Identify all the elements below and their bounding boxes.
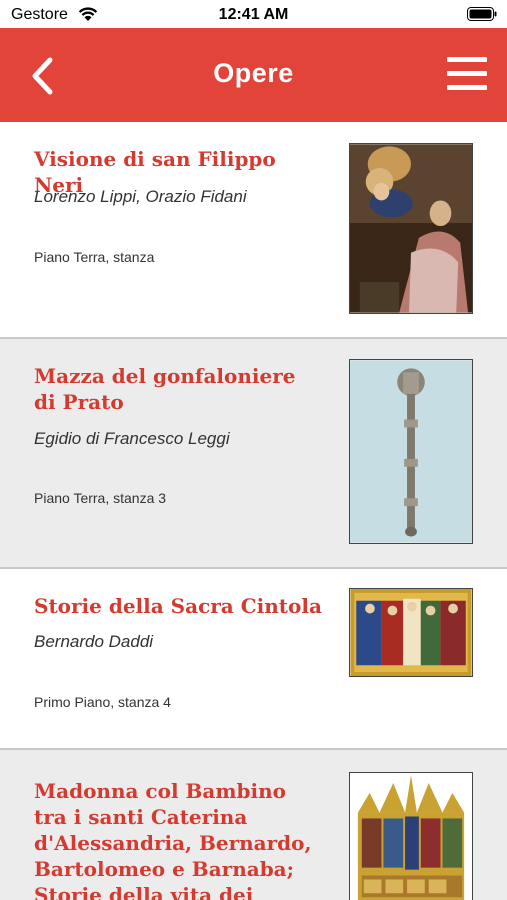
page-title: Opere: [213, 58, 294, 88]
battery-icon: [467, 7, 497, 21]
artwork-thumbnail: [349, 588, 473, 677]
artwork-title: Storie della Sacra Cintola: [34, 594, 322, 618]
list-item[interactable]: Mazza del gonfaloniere di Prato Egidio d…: [0, 339, 507, 569]
list-item[interactable]: Visione di san Filippo Neri Lorenzo Lipp…: [0, 122, 507, 339]
artwork-list: Visione di san Filippo Neri Lorenzo Lipp…: [0, 122, 507, 900]
artwork-location: Primo Piano, stanza 4: [34, 694, 171, 710]
clock: 12:41 AM: [218, 6, 289, 23]
artwork-author: Egidio di Francesco Leggi: [34, 429, 230, 448]
artwork-thumbnail: [349, 143, 473, 314]
list-item[interactable]: Madonna col Bambino tra i santi Caterina…: [0, 750, 507, 900]
artwork-location: Piano Terra, stanza 3: [34, 490, 167, 506]
artwork-author: Bernardo Daddi: [34, 632, 154, 651]
artwork-thumbnail: [349, 772, 473, 900]
navigation-bar: Opere: [0, 28, 507, 122]
hamburger-menu-icon: [447, 57, 487, 62]
artwork-location: Piano Terra, stanza: [34, 249, 155, 265]
menu-button[interactable]: [445, 52, 489, 96]
status-bar: Gestore 12:41 AM: [0, 0, 507, 28]
artwork-title: Madonna col Bambino tra i santi Caterina…: [34, 779, 312, 900]
artwork-title: Mazza del gonfaloniere di Prato: [34, 364, 296, 414]
artwork-author: Lorenzo Lippi, Orazio Fidani: [34, 187, 247, 206]
list-item[interactable]: Storie della Sacra Cintola Bernardo Dadd…: [0, 569, 507, 750]
artwork-thumbnail: [349, 359, 473, 544]
